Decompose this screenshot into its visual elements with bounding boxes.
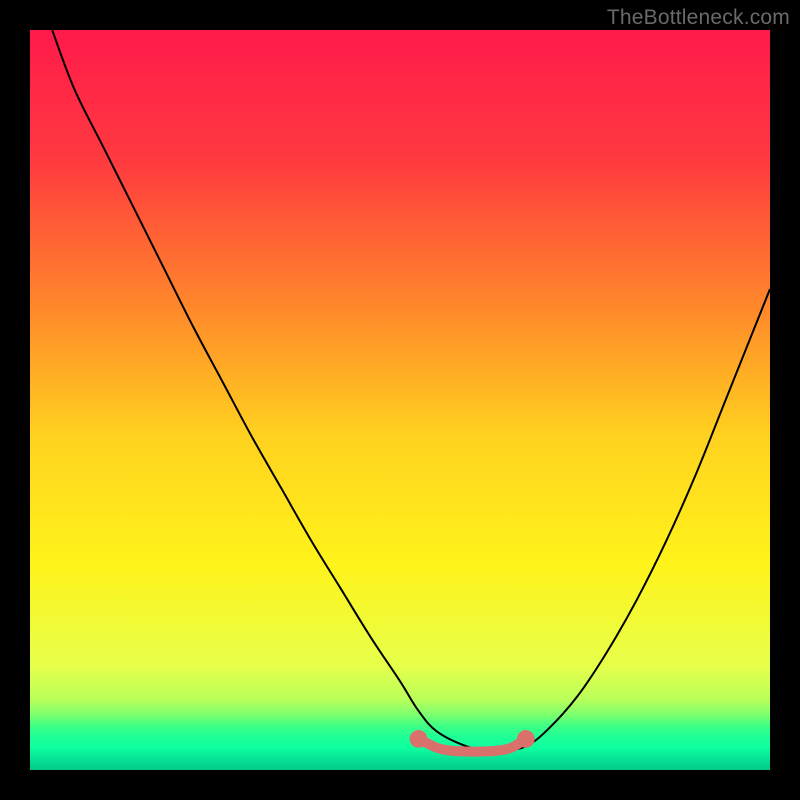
optimal-end-dot: [517, 730, 535, 748]
chart-frame: TheBottleneck.com: [0, 0, 800, 800]
optimal-start-dot: [410, 730, 428, 748]
gradient-bg: [30, 30, 770, 770]
chart-svg: [30, 30, 770, 770]
plot-area: [30, 30, 770, 770]
watermark-label: TheBottleneck.com: [607, 6, 790, 30]
